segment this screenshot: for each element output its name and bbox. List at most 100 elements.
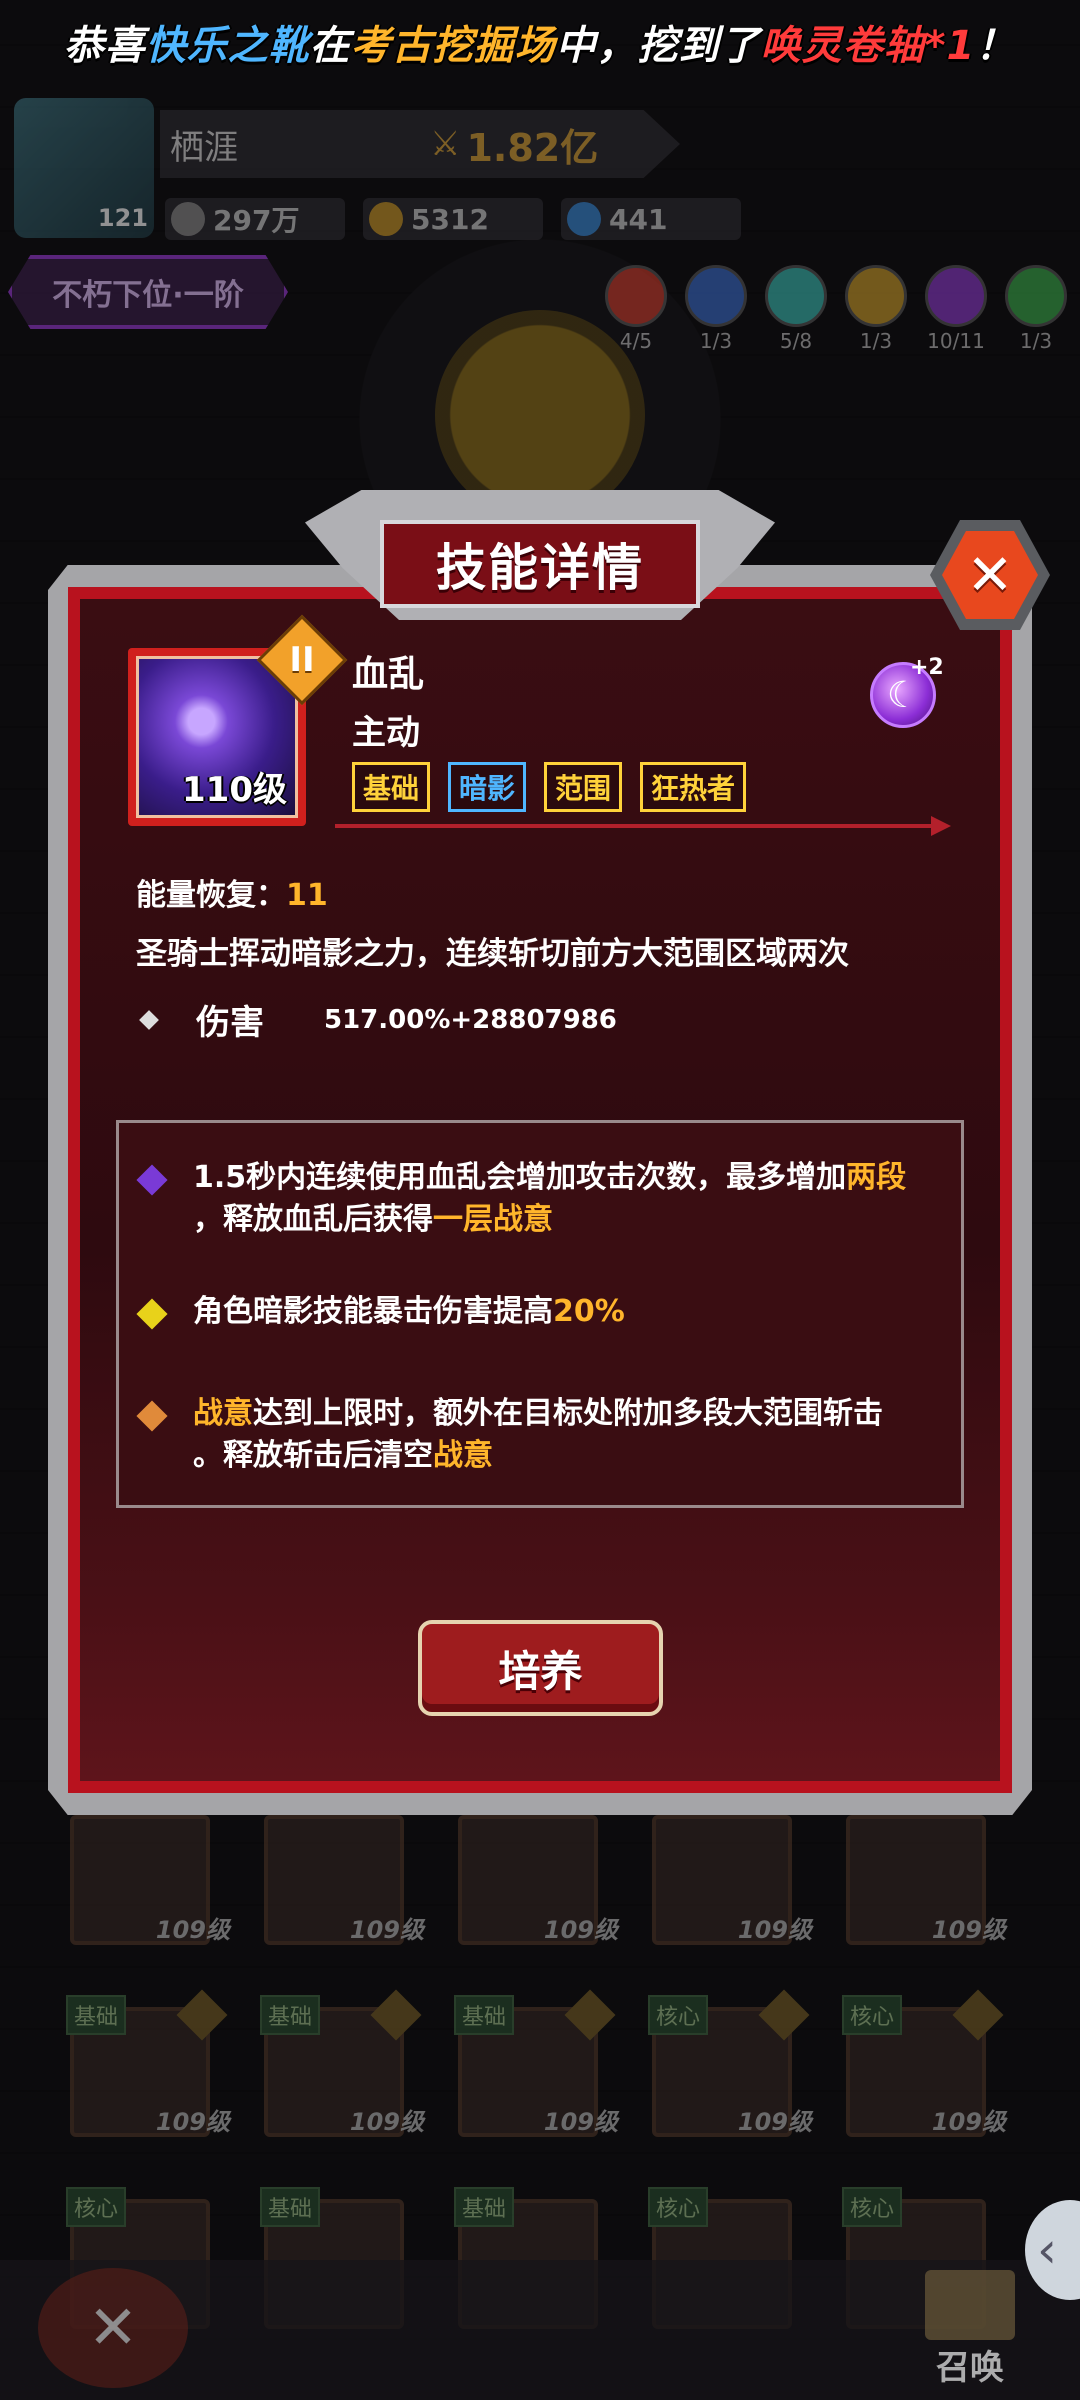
train-button[interactable]: 培养 [418, 1620, 663, 1716]
element-counters: 4/5 1/3 5/8 1/3 10/11 1/3 [605, 265, 1067, 353]
train-label: 培养 [498, 1646, 583, 1696]
tier-badge-icon [564, 1989, 616, 2041]
close-glyph: ✕ [966, 542, 1014, 608]
skill-slot[interactable]: 基础 109级 [66, 1989, 230, 2137]
broadcast-notice: 恭喜 快乐之靴 在 考古挖掘场 中，挖到了 唤灵卷轴*1 ！ [0, 0, 1080, 84]
effect-highlight: 两段 [846, 1160, 907, 1195]
damage-value: 517.00%+28807986 [324, 1004, 617, 1035]
fire-orb-icon [605, 265, 667, 327]
book-icon [925, 2270, 1015, 2340]
skill-slot[interactable]: 基础 109级 [260, 1989, 424, 2137]
skill-slot[interactable]: 109级 [846, 1815, 1006, 1945]
element-count: 5/8 [779, 329, 813, 353]
skill-tag: 核心 [842, 2187, 903, 2227]
tier-badge-icon [952, 1989, 1004, 2041]
notice-text-2: 在 [309, 23, 351, 69]
element-nature[interactable]: 1/3 [1005, 265, 1067, 353]
element-count: 10/11 [927, 329, 985, 353]
skill-slot[interactable]: 基础 109级 [454, 1989, 618, 2137]
currency-gold[interactable]: 5312 [363, 198, 543, 240]
summon-button[interactable]: 召唤 [900, 2270, 1040, 2389]
element-count: 4/5 [619, 329, 653, 353]
currency-gem[interactable]: 441 [561, 198, 741, 240]
class-emblem-icon [435, 310, 645, 520]
element-light[interactable]: 1/3 [845, 265, 907, 353]
element-count: 1/3 [1019, 329, 1053, 353]
skill-tag: 基础 [260, 2187, 321, 2227]
skill-slot[interactable]: 109级 [652, 1815, 812, 1945]
ice-orb-icon [765, 265, 827, 327]
skill-tag: 核心 [648, 2187, 709, 2227]
energy-value: 11 [286, 878, 328, 913]
energy-label: 能量恢复： [136, 878, 286, 913]
skill-tag: 核心 [648, 1995, 709, 2035]
effect-text: 达到上限时，额外在目标处附加多段大范围斩击 [253, 1396, 883, 1431]
nature-orb-icon [1005, 265, 1067, 327]
bottom-close-button[interactable]: ✕ [38, 2268, 188, 2388]
close-icon: ✕ [942, 531, 1038, 619]
effect-text: 。释放斩击后清空 [193, 1438, 433, 1473]
notice-text-4: ！ [975, 23, 1017, 69]
skill-name: 血乱 [352, 654, 425, 695]
tag-zealot: 狂热者 [640, 762, 747, 812]
player-level: 121 [97, 204, 148, 232]
rank-badge[interactable]: 不朽下位·一阶 [8, 255, 288, 329]
diamond-bullet-icon [139, 1009, 159, 1030]
skill-tags: 基础 暗影 范围 狂热者 [352, 762, 747, 812]
element-count: 1/3 [699, 329, 733, 353]
combat-power: 1.82亿 [466, 125, 599, 170]
skill-slot[interactable]: 109级 [458, 1815, 618, 1945]
effect-item: 战意达到上限时，额外在目标处附加多段大范围斩击 。释放斩击后清空战意 [136, 1393, 933, 1477]
notice-player: 快乐之靴 [145, 23, 310, 69]
element-ice[interactable]: 5/8 [765, 265, 827, 353]
notice-location: 考古挖掘场 [350, 23, 556, 69]
purple-gem-icon [136, 1164, 168, 1196]
skill-slot[interactable]: 109级 [70, 1815, 230, 1945]
skill-level: 109级 [543, 1916, 618, 1944]
skill-type: 主动 [352, 713, 420, 753]
gem-icon [567, 202, 601, 236]
skill-level: 109级 [155, 1916, 230, 1944]
currency-silver[interactable]: 297万 [165, 198, 345, 240]
skill-level: 109级 [155, 2108, 230, 2136]
element-count: 1/3 [859, 329, 893, 353]
skill-slot[interactable]: 109级 [264, 1815, 424, 1945]
effect-text: ，释放血乱后获得 [193, 1202, 433, 1237]
effect-highlight: 战意 [433, 1438, 493, 1473]
element-fire[interactable]: 4/5 [605, 265, 667, 353]
skill-level: 109级 [543, 2108, 618, 2136]
effect-highlight: 一层战意 [433, 1202, 553, 1237]
effect-item: 1.5秒内连续使用血乱会增加攻击次数，最多增加两段 ，释放血乱后获得一层战意 [136, 1157, 933, 1241]
skill-level: 109级 [349, 1916, 424, 1944]
skill-tag: 基础 [454, 1995, 515, 2035]
tag-basic: 基础 [352, 762, 431, 812]
gold-amount: 5312 [411, 202, 489, 236]
divider-arrow [335, 816, 951, 836]
avatar[interactable]: 121 [14, 98, 154, 238]
skill-level: 110级 [182, 770, 287, 810]
effect-highlight: 战意 [193, 1396, 253, 1431]
skill-level: 109级 [737, 1916, 812, 1944]
element-water[interactable]: 1/3 [685, 265, 747, 353]
currency-bar: 297万 5312 441 [165, 198, 741, 240]
skill-slot[interactable]: 核心 109级 [648, 1989, 812, 2137]
skill-slot[interactable]: 核心 109级 [842, 1989, 1006, 2137]
effect-text: 角色暗影技能暴击伤害提高 [193, 1294, 553, 1329]
skill-tag: 基础 [260, 1995, 321, 2035]
gem-amount: 441 [609, 202, 668, 236]
energy-recovery: 能量恢复：11 [136, 870, 328, 914]
effect-item: 角色暗影技能暴击伤害提高20% [136, 1291, 933, 1333]
light-orb-icon [845, 265, 907, 327]
shadow-orb-icon [925, 265, 987, 327]
damage-label: 伤害 [196, 1003, 264, 1043]
silver-coin-icon [171, 202, 205, 236]
element-shadow[interactable]: 10/11 [925, 265, 987, 353]
skill-tag: 基础 [454, 2187, 515, 2227]
water-orb-icon [685, 265, 747, 327]
orange-gem-icon [136, 1400, 168, 1432]
skill-tag: 核心 [842, 1995, 903, 2035]
skill-tag: 核心 [66, 2187, 127, 2227]
gold-coin-icon [369, 202, 403, 236]
notice-text-3: 中，挖到了 [555, 23, 761, 69]
damage-row: 伤害 517.00%+28807986 [136, 995, 617, 1044]
